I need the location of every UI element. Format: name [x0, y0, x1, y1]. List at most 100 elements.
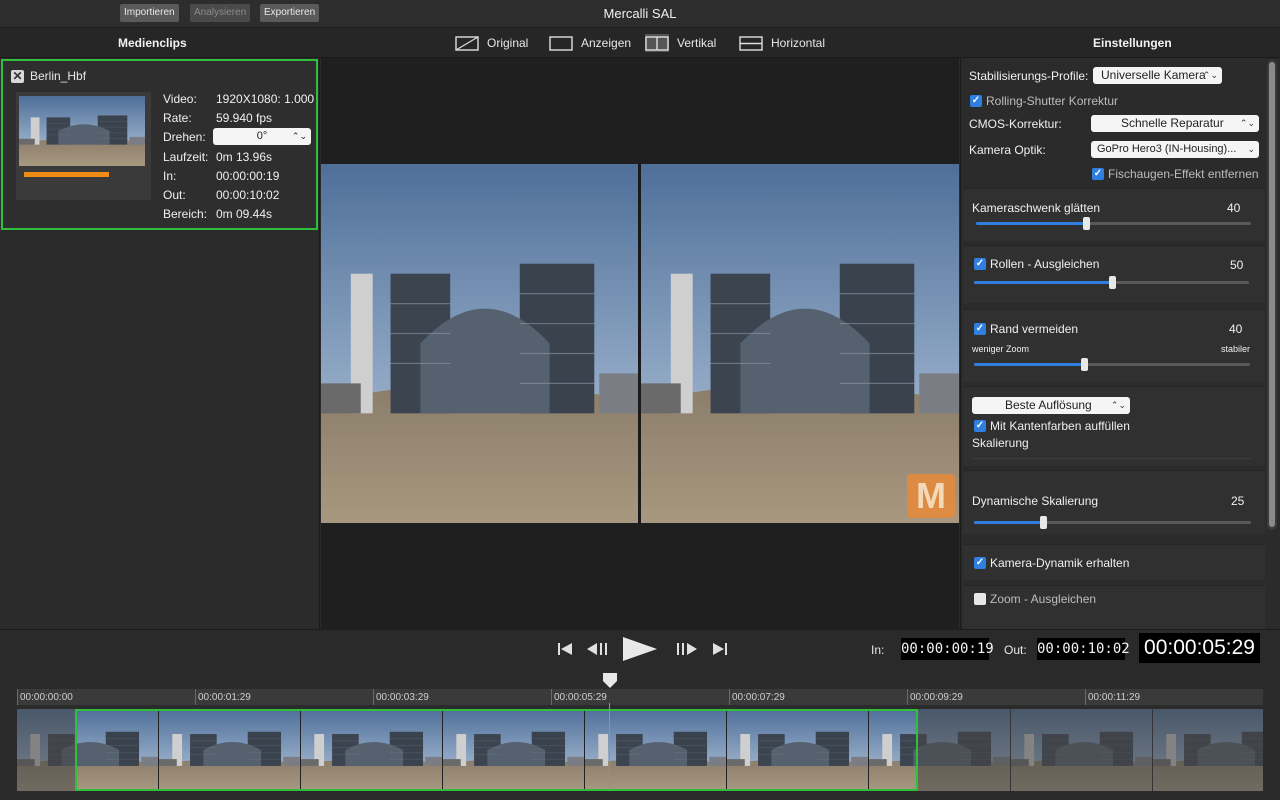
- dynamic-scaling-slider[interactable]: [974, 516, 1251, 529]
- more-stable-label: stabiler: [1221, 344, 1251, 354]
- skip-start-icon: [558, 643, 572, 655]
- cmos-select-value: Schnelle Reparatur: [1121, 116, 1224, 130]
- view-mode-display-label: Anzeigen: [581, 36, 632, 50]
- in-point-timecode[interactable]: 00:00:00:19: [901, 638, 994, 660]
- go-to-start-button[interactable]: [553, 630, 577, 668]
- clip-name: Berlin_Hbf: [30, 69, 87, 83]
- pan-label: Kameraschwenk glätten: [972, 201, 1101, 215]
- less-zoom-label: weniger Zoom: [972, 344, 1030, 354]
- profile-select[interactable]: Universelle Kamera ⌃⌄: [1093, 67, 1222, 84]
- border-avoid-slider-fill: [974, 363, 1085, 366]
- meta-out-value: 00:00:10:02: [216, 188, 280, 202]
- meta-rotate-label: Drehen:: [163, 130, 206, 144]
- roll-slider-knob[interactable]: [1108, 276, 1116, 289]
- roll-checkbox[interactable]: ✓: [974, 258, 986, 270]
- step-forward-icon: [677, 643, 697, 655]
- fisheye-checkbox[interactable]: ✓: [1092, 168, 1104, 180]
- outside-range-shade: [918, 709, 1263, 791]
- scrollbar-thumb[interactable]: [1269, 62, 1275, 527]
- roll-label: Rollen - Ausgleichen: [990, 257, 1100, 271]
- original-view-icon: [455, 34, 479, 52]
- display-view-icon: [549, 34, 573, 52]
- settings-scrollbar[interactable]: [1267, 60, 1277, 530]
- fisheye-label: Fischaugen-Effekt entfernen: [1108, 167, 1259, 181]
- video-viewer: M: [321, 58, 959, 629]
- ruler-tick: [729, 689, 730, 705]
- select-arrows-icon: ⌄: [1247, 144, 1255, 154]
- divider: [972, 458, 1252, 459]
- video-frame[interactable]: M: [321, 164, 959, 523]
- meta-video-value: 1920X1080: 1.000: [216, 92, 315, 106]
- playhead-line[interactable]: [609, 703, 610, 791]
- keep-dynamics-checkbox[interactable]: ✓: [974, 557, 986, 569]
- step-forward-button[interactable]: [672, 630, 700, 668]
- transport-bar: In: 00:00:00:19 Out: 00:00:10:02 00:00:0…: [0, 629, 1280, 667]
- filmstrip[interactable]: [17, 709, 1263, 791]
- edge-fill-label: Mit Kantenfarben auffüllen: [990, 419, 1130, 433]
- pan-slider[interactable]: [976, 217, 1251, 230]
- clip-checkbox[interactable]: ✕: [11, 70, 24, 83]
- profile-label: Stabilisierungs-Profile:: [969, 69, 1089, 83]
- select-arrows-icon: ⌃⌄: [291, 131, 307, 141]
- rotate-select-value: 0°: [256, 130, 268, 142]
- rolling-shutter-label: Rolling-Shutter Korrektur: [986, 94, 1119, 108]
- roll-group: ✓ Rollen - Ausgleichen 50: [963, 245, 1265, 303]
- play-icon: [623, 637, 657, 661]
- rolling-shutter-checkbox[interactable]: ✓: [970, 95, 982, 107]
- meta-rate-label: Rate:: [163, 111, 192, 125]
- optics-select[interactable]: GoPro Hero3 (IN-Housing)... ⌄: [1091, 141, 1259, 158]
- rotate-select[interactable]: 0° ⌃⌄: [213, 128, 311, 145]
- clip-thumbnail-box: [16, 92, 151, 200]
- border-avoid-slider[interactable]: [974, 358, 1250, 371]
- resolution-select[interactable]: Beste Auflösung ⌃⌄: [972, 397, 1130, 414]
- border-avoid-label: Rand vermeiden: [990, 322, 1079, 336]
- border-avoid-slider-knob[interactable]: [1081, 358, 1089, 371]
- step-back-button[interactable]: [584, 630, 612, 668]
- dynamic-scaling-value: 25: [1231, 494, 1245, 508]
- original-half: [321, 164, 639, 523]
- zoom-compensate-checkbox[interactable]: [974, 593, 986, 605]
- out-point-timecode[interactable]: 00:00:10:02: [1037, 638, 1130, 660]
- playhead-handle[interactable]: [601, 671, 619, 689]
- meta-range-label: Bereich:: [163, 207, 208, 221]
- out-point-label: Out:: [1004, 643, 1027, 657]
- pan-slider-knob[interactable]: [1083, 217, 1090, 230]
- roll-slider[interactable]: [974, 276, 1249, 289]
- timeline[interactable]: 00:00:00:00 00:00:01:29 00:00:03:29 00:0…: [0, 667, 1280, 800]
- meta-range-value: 0m 09.44s: [216, 207, 273, 221]
- keep-dynamics-group: ✓ Kamera-Dynamik erhalten: [963, 544, 1265, 580]
- edge-fill-checkbox[interactable]: ✓: [974, 420, 986, 432]
- selected-range[interactable]: [75, 709, 918, 791]
- view-mode-vertical[interactable]: Vertikal: [641, 31, 720, 55]
- split-divider: [638, 164, 641, 523]
- clip-thumbnail: [19, 96, 145, 166]
- ruler-tick: [1085, 689, 1086, 705]
- skip-end-icon: [713, 643, 727, 655]
- border-avoid-group: ✓ Rand vermeiden 40 weniger Zoom stabile…: [963, 309, 1265, 382]
- view-mode-horizontal-label: Horizontal: [771, 36, 826, 50]
- dynamic-scaling-slider-knob[interactable]: [1040, 516, 1048, 529]
- zoom-compensate-label: Zoom - Ausgleichen: [990, 592, 1097, 606]
- view-mode-original[interactable]: Original: [451, 31, 532, 55]
- meta-in-label: In:: [163, 169, 177, 183]
- pan-smoothing-group: Kameraschwenk glätten 40: [963, 188, 1265, 241]
- view-mode-horizontal[interactable]: Horizontal: [735, 31, 829, 55]
- keep-dynamics-label: Kamera-Dynamik erhalten: [990, 556, 1130, 570]
- media-clips-title: Medienclips: [118, 36, 187, 50]
- optics-select-value: GoPro Hero3 (IN-Housing)...: [1097, 143, 1237, 155]
- ruler-tick: [373, 689, 374, 705]
- cmos-select[interactable]: Schnelle Reparatur ⌃⌄: [1091, 115, 1259, 132]
- clip-item[interactable]: ✕ Berlin_Hbf Video: 1920X1080: 1.000 Rat…: [1, 59, 318, 230]
- play-button[interactable]: [618, 630, 660, 668]
- pan-value: 40: [1227, 201, 1241, 215]
- settings-panel: Stabilisierungs-Profile: Universelle Kam…: [960, 58, 1280, 629]
- ruler-tick-label: 00:00:03:29: [376, 692, 429, 703]
- meta-rate-value: 59.940 fps: [216, 111, 273, 125]
- ruler-tick: [551, 689, 552, 705]
- border-avoid-checkbox[interactable]: ✓: [974, 323, 986, 335]
- timeline-ruler[interactable]: 00:00:00:00 00:00:01:29 00:00:03:29 00:0…: [17, 689, 1263, 705]
- cmos-label: CMOS-Korrektur:: [969, 117, 1062, 131]
- view-mode-display[interactable]: Anzeigen: [545, 31, 635, 55]
- ruler-tick-label: 00:00:05:29: [554, 692, 607, 703]
- go-to-end-button[interactable]: [708, 630, 732, 668]
